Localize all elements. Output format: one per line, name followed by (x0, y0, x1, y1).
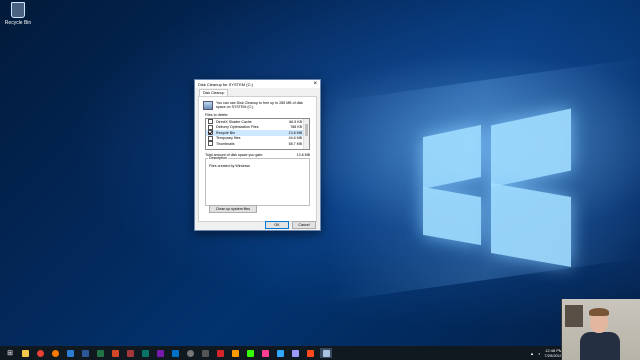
total-value: 13.8 MB (296, 153, 310, 157)
premiere-icon[interactable] (290, 348, 300, 358)
disk-cleanup-dialog: Disk Cleanup for SYSTEM (C:) × Disk Clea… (194, 79, 321, 231)
recycle-bin-shortcut[interactable]: Recycle Bin (4, 2, 32, 26)
item-size: 58.7 MB (288, 141, 302, 146)
description-group: Description Files created by Windows (205, 156, 310, 206)
ok-button[interactable]: OK (265, 221, 289, 229)
clock-date: 7/29/2019 (544, 353, 563, 358)
access-icon[interactable] (125, 348, 135, 358)
background-shelf (565, 305, 583, 327)
media-icon[interactable] (200, 348, 210, 358)
list-item[interactable]: Recycle Bin 13.8 MB (206, 130, 309, 136)
dialog-title: Disk Cleanup for SYSTEM (C:) (198, 81, 253, 87)
clock[interactable]: 12:48 PM 7/29/2019 (544, 348, 562, 358)
item-name: Recycle Bin (216, 130, 235, 135)
windows-logo-icon[interactable]: ⊞ (5, 348, 15, 358)
list-item[interactable]: Temporary files 44.6 MB (206, 135, 309, 142)
list-item[interactable]: Thumbnails 58.7 MB (206, 141, 309, 147)
item-checkbox[interactable] (208, 135, 213, 141)
item-size: 44.6 MB (288, 136, 302, 141)
disk-cleanup-taskbar-icon[interactable] (320, 348, 332, 358)
indesign-icon[interactable] (260, 348, 270, 358)
volume-icon[interactable]: ◖ (538, 351, 540, 356)
tab-panel: You can use Disk Cleanup to free up to 2… (198, 96, 317, 222)
clean-up-system-files-button[interactable]: Clean up system files (209, 205, 257, 213)
file-explorer-icon[interactable] (20, 348, 30, 358)
files-list[interactable]: DirectX Shader Cache 66.5 KB Delivery Op… (205, 118, 310, 150)
logo-pane-bl (423, 186, 481, 246)
list-item[interactable]: Delivery Optimization Files 788 KB (206, 124, 309, 131)
dreamweaver-icon[interactable] (245, 348, 255, 358)
logo-pane-br (491, 182, 571, 268)
presenter-hair (589, 308, 609, 316)
dialog-titlebar[interactable]: Disk Cleanup for SYSTEM (C:) × (195, 80, 320, 88)
onenote-icon[interactable] (155, 348, 165, 358)
cancel-button[interactable]: Cancel (292, 221, 316, 229)
description-text: Files created by Windows (209, 164, 250, 168)
description-legend: Description (208, 156, 228, 160)
item-size: 788 KB (290, 125, 302, 130)
light-beam (330, 58, 640, 302)
drive-icon (203, 101, 213, 110)
animate-icon[interactable] (305, 348, 315, 358)
acrobat-icon[interactable] (215, 348, 225, 358)
webcam-overlay (561, 299, 640, 360)
item-size: 66.5 KB (289, 119, 302, 124)
intro-text: You can use Disk Cleanup to free up to 2… (216, 101, 303, 109)
chrome-icon[interactable] (35, 348, 45, 358)
excel-icon[interactable] (95, 348, 105, 358)
item-checkbox[interactable] (208, 119, 213, 125)
outlook-icon[interactable] (170, 348, 180, 358)
presenter-body (580, 332, 620, 360)
scroll-thumb[interactable] (305, 124, 308, 136)
item-name: Temporary files (216, 136, 241, 141)
photoshop-icon[interactable] (275, 348, 285, 358)
recycle-bin-icon (11, 2, 25, 18)
intro-section: You can use Disk Cleanup to free up to 2… (199, 97, 316, 112)
taskbar: ⊞ ▲ ◖ 12:48 PM 7/29/2019 ▭ (0, 346, 640, 360)
tab-disk-cleanup[interactable]: Disk Cleanup (199, 89, 229, 96)
mail-icon[interactable] (65, 348, 75, 358)
publisher-icon[interactable] (140, 348, 150, 358)
item-name: DirectX Shader Cache (216, 119, 252, 124)
word-icon[interactable] (80, 348, 90, 358)
settings-icon[interactable] (185, 348, 195, 358)
list-scrollbar[interactable] (303, 119, 309, 149)
illustrator-icon[interactable] (230, 348, 240, 358)
item-size: 13.8 MB (288, 130, 302, 135)
recycle-bin-label: Recycle Bin (4, 20, 32, 26)
network-icon[interactable]: ▲ (530, 351, 534, 356)
close-icon[interactable]: × (313, 81, 317, 87)
item-checkbox[interactable] (208, 141, 213, 147)
item-name: Delivery Optimization Files (216, 125, 259, 130)
list-item[interactable]: DirectX Shader Cache 66.5 KB (206, 119, 309, 125)
tab-strip: Disk Cleanup (195, 88, 320, 96)
item-name: Thumbnails (216, 141, 235, 146)
item-checkbox[interactable] (208, 130, 213, 136)
powerpoint-icon[interactable] (110, 348, 120, 358)
browser-icon[interactable] (50, 348, 60, 358)
